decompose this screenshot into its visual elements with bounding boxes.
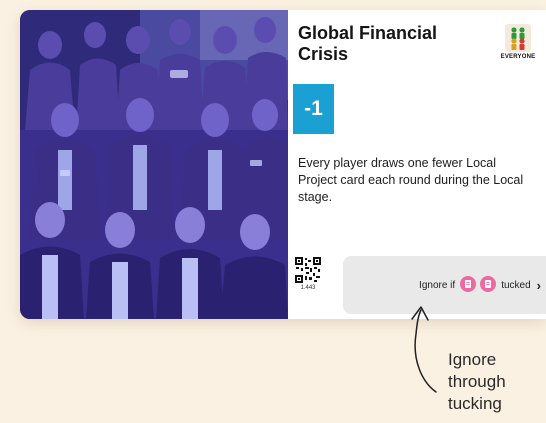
qr-code-icon xyxy=(295,257,321,283)
qr-code-number: 1.443 xyxy=(300,285,316,291)
player-count-badge: EVERYONE xyxy=(498,24,538,60)
pink-card-icon xyxy=(480,275,497,295)
qr-code[interactable]: 1.443 xyxy=(295,257,321,291)
card-description: Every player draws one fewer Local Proje… xyxy=(298,156,524,204)
ignore-prefix-text: Ignore if xyxy=(419,279,456,291)
pink-card-icon xyxy=(460,275,477,295)
modifier-value: -1 xyxy=(293,84,334,134)
curved-arrow-icon xyxy=(400,300,450,400)
card-title: Global Financial Crisis xyxy=(298,23,438,64)
crowd-illustration xyxy=(20,10,288,319)
ignore-suffix-text: tucked xyxy=(501,279,531,291)
chevron-right-icon: › xyxy=(536,277,541,293)
annotation-text: Ignore through tucking xyxy=(448,350,506,413)
two-players-icon xyxy=(498,24,538,52)
event-card: Global Financial Crisis EVERYONE -1 Ever… xyxy=(20,10,546,319)
player-count-label: EVERYONE xyxy=(500,54,536,60)
